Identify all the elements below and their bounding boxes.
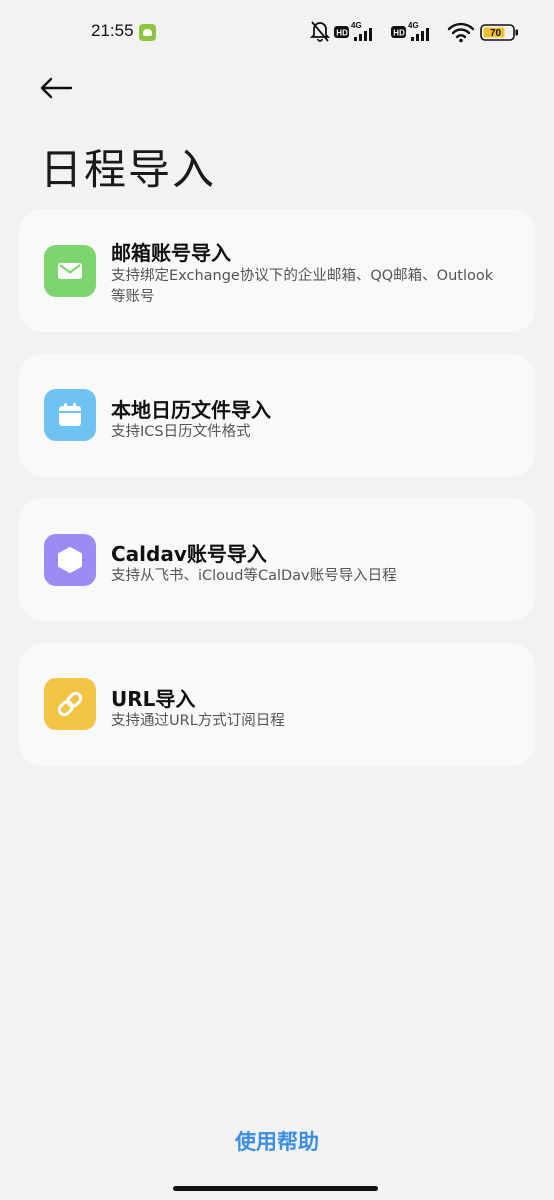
battery-icon: 70 [480,24,518,41]
network-label-1: 4G [351,21,362,30]
wifi-icon [447,22,475,43]
card-description: 支持ICS日历文件格式 [111,424,251,440]
page-title: 日程导入 [40,145,217,194]
help-link[interactable]: 使用帮助 [0,1126,554,1156]
mute-bell-icon [310,21,330,42]
url-icon-badge [44,678,96,730]
caldav-icon-badge [44,534,96,586]
card-title: URL导入 [111,687,196,711]
status-bar: 21:55 HD 4G HD 4G 70 [0,0,554,64]
back-arrow-icon [40,77,73,99]
status-time: 21:55 [91,21,134,40]
calendar-icon-badge [44,389,96,441]
card-description: 支持从飞书、iCloud等CalDav账号导入日程 [111,568,397,584]
signal-1-icon: HD 4G [334,21,372,41]
hd-label-2: HD [393,29,405,38]
email-icon-badge [44,245,96,297]
signal-2-icon: HD 4G [391,21,429,41]
mail-icon [58,263,82,279]
app-notification-icon [139,24,156,41]
card-title: 本地日历文件导入 [111,398,271,422]
screen: 21:55 HD 4G HD 4G 70 日程导入 邮箱账号导入 支持绑定Exc… [0,0,554,1200]
card-description: 支持绑定Exchange协议下的企业邮箱、QQ邮箱、Outlook等账号 [111,268,494,305]
network-label-2: 4G [408,21,419,30]
battery-level: 70 [490,28,502,39]
url-import-card[interactable]: URL导入 支持通过URL方式订阅日程 [19,643,535,766]
card-title: 邮箱账号导入 [111,241,231,265]
link-icon [57,691,83,717]
card-title: Caldav账号导入 [111,542,267,566]
home-indicator[interactable] [173,1186,378,1191]
local-calendar-import-card[interactable]: 本地日历文件导入 支持ICS日历文件格式 [19,354,535,477]
card-description: 支持通过URL方式订阅日程 [111,713,285,729]
hexagon-icon [58,547,82,573]
caldav-account-import-card[interactable]: Caldav账号导入 支持从飞书、iCloud等CalDav账号导入日程 [19,498,535,621]
calendar-icon [59,403,81,426]
email-account-import-card[interactable]: 邮箱账号导入 支持绑定Exchange协议下的企业邮箱、QQ邮箱、Outlook… [19,209,535,332]
hd-label-1: HD [336,29,348,38]
back-button[interactable] [36,70,76,106]
